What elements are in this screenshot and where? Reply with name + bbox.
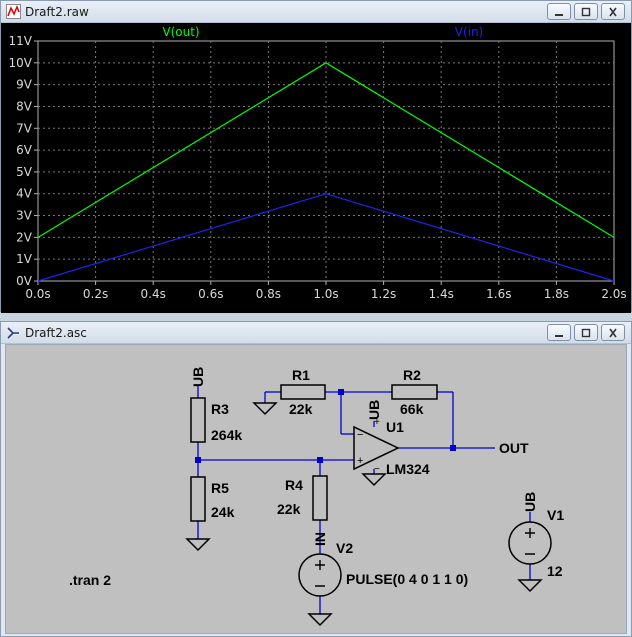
x-tick-label: 0.4s [141,287,166,301]
plot-grid [38,41,614,281]
y-tick-label: 3V [16,209,33,223]
minimize-button[interactable] [547,3,571,20]
schematic-window-title: Draft2.asc [25,326,87,340]
x-tick-label: 0.0s [25,287,50,301]
minimize-button[interactable] [547,324,571,341]
resistor-r5[interactable] [190,476,206,522]
svg-text:−: − [357,429,363,441]
y-tick-label: 1V [16,252,33,266]
close-icon [609,328,617,337]
y-axis-ticks: 0V 1V 2V 3V 4V 5V 6V 7V 8V 9V 10V 11V [9,34,38,288]
x-tick-label: 1.0s [313,287,338,301]
r1-name: R1 [292,367,310,383]
y-tick-label: 8V [16,99,33,113]
plot-area[interactable]: 0V 1V 2V 3V 4V 5V 6V 7V 8V 9V 10V 11V 0.0s 0.2s 0.4s 0… [1,23,631,313]
x-tick-label: 0.2s [83,287,108,301]
x-tick-label: 1.2s [371,287,396,301]
close-button[interactable] [601,3,625,20]
resistor-r4[interactable] [312,475,328,521]
net-label-out: OUT [499,440,529,456]
r2-name: R2 [403,367,421,383]
minimize-icon [555,334,563,337]
x-tick-label: 1.6s [486,287,511,301]
minimize-icon [555,13,563,16]
plot-window: Draft2.raw 0V 1V 2V 3V 4V 5V 6V 7V 8V 9V 10V 11V 0.… [0,0,632,313]
schematic-window-titlebar[interactable]: Draft2.asc [1,322,631,344]
r5-name: R5 [211,480,229,496]
v2-value: PULSE(0 4 0 1 1 0) [346,571,468,587]
ground-symbol [361,473,387,487]
svg-text:+: + [357,455,363,467]
y-tick-label: 10V [9,56,33,70]
r5-value: 24k [211,504,235,520]
plot-window-title: Draft2.raw [25,5,89,19]
x-tick-label: 0.6s [198,287,223,301]
u1-part: LM324 [386,461,430,477]
restore-button[interactable] [574,3,598,20]
x-tick-label: 1.8s [544,287,569,301]
schematic-window: Draft2.asc − + + − UB UB UB IN OUT R3 26… [0,321,632,637]
ground-symbol [185,538,211,552]
resistor-r3[interactable] [190,397,206,443]
voltage-source-v2[interactable] [298,553,342,597]
y-tick-label: 9V [16,78,33,92]
net-label-in: IN [312,532,328,546]
close-button[interactable] [601,324,625,341]
x-tick-label: 0.8s [256,287,281,301]
r1-value: 22k [289,401,313,417]
net-label-ub: UB [190,367,206,387]
plot-legend: V(out) V(in) [162,25,483,39]
schematic-icon [7,327,19,339]
r3-name: R3 [211,401,229,417]
ground-symbol [252,402,278,416]
waveform-chart[interactable]: 0V1V2V3V4V5V6V7V8V9V10V11V 0.0s 0.2s 0.4s 0… [1,23,631,313]
resistor-r1[interactable] [280,384,326,400]
r3-value: 264k [211,427,242,443]
net-label-ub: UB [522,492,538,512]
y-tick-label: 4V [16,187,33,201]
schematic-canvas[interactable]: − + + − UB UB UB IN OUT R3 264k R5 24k R… [5,344,627,634]
v1-name: V1 [547,507,564,523]
plot-window-titlebar[interactable]: Draft2.raw [1,1,631,23]
waveform-icon [6,4,21,19]
r2-value: 66k [400,401,424,417]
close-icon [609,7,617,16]
r4-name: R4 [285,477,303,493]
voltage-source-v1[interactable] [508,521,552,565]
restore-icon [581,7,591,16]
y-tick-label: 11V [9,34,33,48]
net-label-ub: UB [366,400,382,420]
v2-name: V2 [336,540,353,556]
x-tick-label: 2.0s [601,287,626,301]
u1-name: U1 [386,419,404,435]
restore-button[interactable] [574,324,598,341]
y-tick-label: 5V [16,165,33,179]
restore-icon [581,328,591,337]
y-tick-label: 0V [16,274,33,288]
spice-directive[interactable]: .tran 2 [69,572,111,588]
legend-label-1[interactable]: V(in) [455,25,484,39]
r4-value: 22k [277,501,301,517]
y-tick-label: 6V [16,143,33,157]
x-tick-label: 1.4s [429,287,454,301]
y-tick-label: 7V [16,121,33,135]
x-axis-ticks: 0.0s 0.2s 0.4s 0.6s 0.8s 1.0s 1.2s 1.4s 1.6s 1.8s… [25,281,627,301]
resistor-r2[interactable] [391,384,438,400]
ground-symbol [517,579,543,593]
ground-symbol [307,613,333,627]
v1-value: 12 [547,563,563,579]
legend-label-0[interactable]: V(out) [162,25,199,39]
y-tick-label: 2V [16,230,33,244]
